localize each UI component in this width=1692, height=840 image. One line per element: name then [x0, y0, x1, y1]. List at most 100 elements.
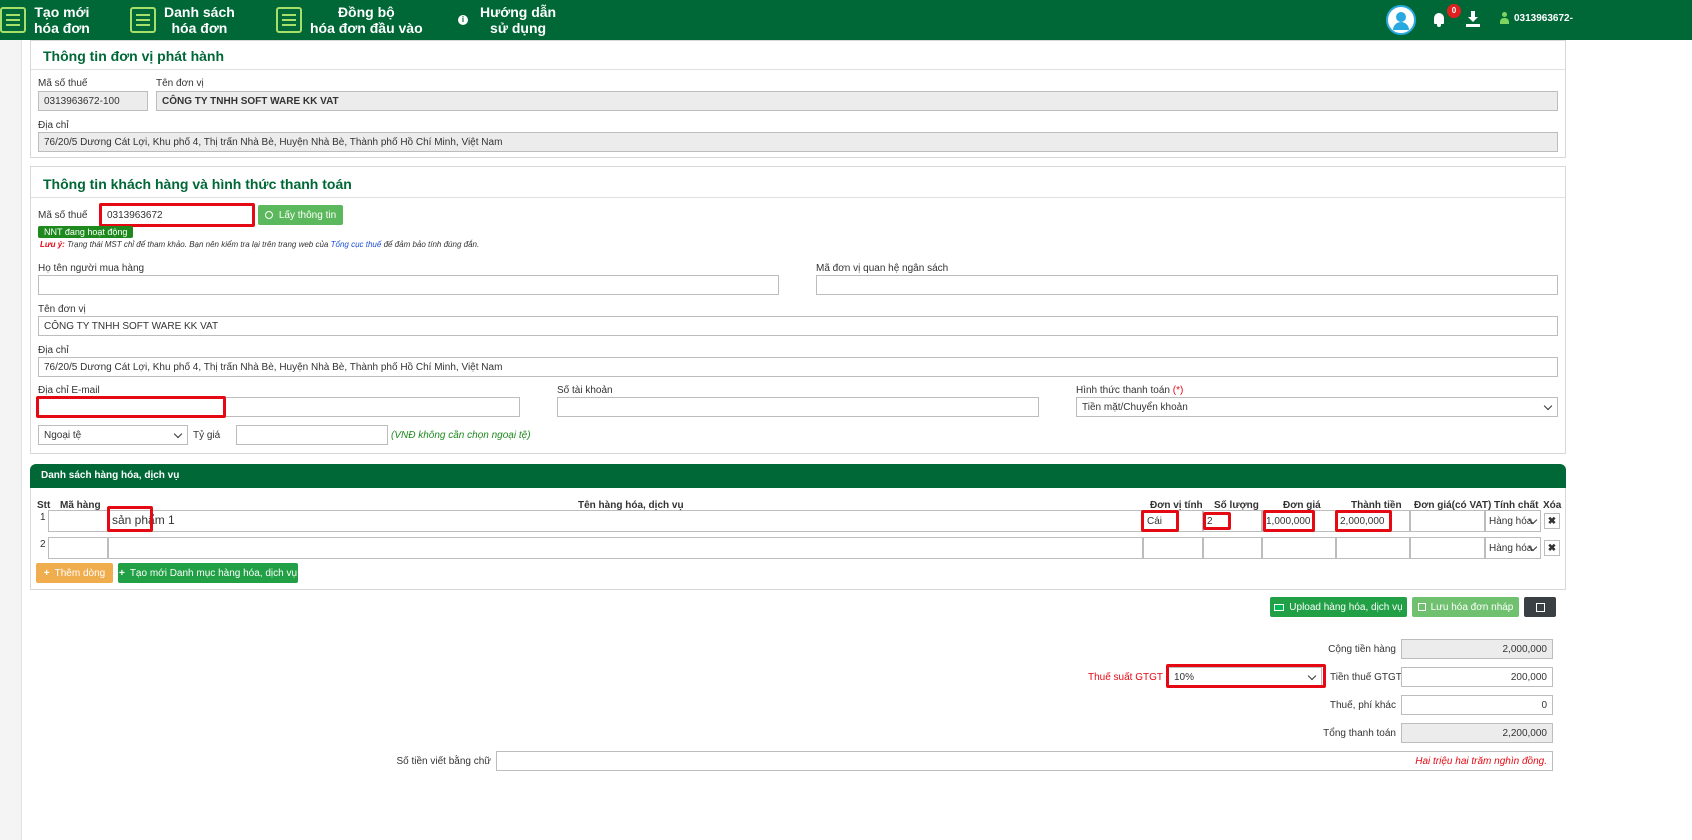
lookup-info-button[interactable]: Lấy thông tin	[258, 205, 343, 225]
currency-note: (VNĐ không cần chọn ngoại tệ)	[391, 430, 531, 441]
exchange-rate-label: Tỷ giá	[193, 430, 221, 441]
highlight-box	[107, 506, 153, 532]
email-label: Địa chỉ E-mail	[38, 385, 100, 396]
issuer-tax-code-field: 0313963672-100	[38, 91, 148, 111]
nav-invoice-list[interactable]: Danh sách hóa đơn	[130, 2, 235, 38]
nav-label-line1: Danh sách	[164, 4, 235, 20]
highlight-box	[1335, 510, 1392, 532]
amount-in-words-label: Số tiền viết bằng chữ	[396, 756, 491, 767]
taxpayer-status-badge: NNT đang hoạt động	[38, 226, 134, 238]
save-draft-label: Lưu hóa đơn nháp	[1430, 601, 1514, 613]
bank-account-input[interactable]	[557, 397, 1039, 417]
note-text: Trạng thái MST chỉ để tham khảo. Bạn nên…	[67, 240, 329, 249]
download-icon[interactable]	[1466, 11, 1480, 27]
customer-unit-name-input[interactable]: CÔNG TY TNHH SOFT WARE KK VAT	[38, 316, 1558, 336]
chevron-down-icon	[173, 429, 183, 439]
budget-unit-code-input[interactable]	[816, 275, 1558, 295]
highlight-box	[1141, 510, 1179, 532]
highlight-box	[1263, 510, 1315, 532]
plus-icon: +	[118, 567, 125, 579]
row-name-input[interactable]: sản phẩm 1	[108, 510, 1143, 532]
issuer-address-field: 76/20/5 Dương Cát Lợi, Khu phố 4, Thị tr…	[38, 132, 1558, 152]
note-suffix: để đảm bảo tính đúng đắn.	[383, 240, 480, 249]
subtotal-field: 2,000,000	[1401, 639, 1553, 659]
plus-icon: +	[43, 567, 50, 579]
support-avatar-icon[interactable]	[1386, 5, 1416, 35]
customer-unit-name-label: Tên đơn vị	[38, 304, 86, 315]
issuer-tax-code-label: Mã số thuế	[38, 78, 88, 89]
nav-label-line1: Tạo mới	[34, 4, 90, 20]
issuer-panel-title: Thông tin đơn vị phát hành	[43, 48, 225, 64]
row-nature-value: Hàng hóa	[1489, 543, 1533, 554]
row-code-input[interactable]	[48, 510, 108, 532]
row-price-vat-input[interactable]	[1410, 510, 1485, 532]
row-nature-value: Hàng hóa	[1489, 516, 1533, 527]
row-nature-select[interactable]: Hàng hóa	[1485, 537, 1541, 559]
nav-label-line2: hóa đơn	[171, 20, 228, 36]
row-nature-select[interactable]: Hàng hóa	[1485, 510, 1541, 532]
other-fee-label: Thuế, phí khác	[1329, 700, 1396, 711]
top-navbar: Tạo mới hóa đơn Danh sách hóa đơn Đồng bộ h…	[0, 0, 1692, 40]
highlight-box	[1203, 512, 1231, 530]
nav-user-guide[interactable]: i Hướng dẫn sử dụng	[458, 2, 556, 38]
user-account-label[interactable]: 0313963672-	[1514, 13, 1573, 24]
delete-row-button[interactable]: ✖	[1544, 540, 1560, 556]
issuer-unit-name-label: Tên đơn vị	[156, 78, 204, 89]
payment-method-label: Hình thức thanh toán (*)	[1076, 385, 1183, 396]
goods-panel-header: Danh sách hàng hóa, dịch vụ	[30, 464, 1566, 488]
row-unit-input[interactable]	[1143, 537, 1203, 559]
upload-goods-button[interactable]: Upload hàng hóa, dịch vụ	[1270, 597, 1407, 617]
delete-row-button[interactable]: ✖	[1544, 513, 1560, 529]
row-amount-input[interactable]	[1336, 537, 1410, 559]
new-catalog-label: Tạo mới Danh mục hàng hóa, dịch vụ	[129, 567, 298, 579]
save-draft-button[interactable]: Lưu hóa đơn nháp	[1412, 597, 1519, 617]
row-code-input[interactable]	[48, 537, 108, 559]
currency-select[interactable]: Ngoại tệ	[38, 425, 188, 445]
vat-amount-label: Tiền thuế GTGT	[1330, 672, 1402, 683]
floppy-icon	[1535, 602, 1545, 612]
grand-total-field: 2,200,000	[1401, 723, 1553, 743]
nav-label-line2: hóa đơn đầu vào	[310, 20, 423, 36]
row-price-vat-input[interactable]	[1410, 537, 1485, 559]
row-price-input[interactable]	[1262, 537, 1336, 559]
upload-icon	[1274, 603, 1285, 611]
nav-label-line2: hóa đơn	[34, 20, 90, 36]
chevron-down-icon	[1543, 401, 1553, 411]
nav-label-line1: Đồng bộ	[337, 4, 395, 20]
highlight-box	[1166, 664, 1326, 688]
highlight-box	[99, 203, 255, 227]
vat-amount-field[interactable]: 200,000	[1401, 667, 1553, 687]
buyer-name-label: Họ tên người mua hàng	[38, 263, 145, 274]
exchange-rate-input[interactable]	[236, 425, 388, 445]
amount-in-words-field: Hai triệu hai trăm nghìn đồng.	[496, 751, 1553, 771]
payment-method-text: Hình thức thanh toán	[1076, 385, 1170, 396]
issuer-unit-name-field: CÔNG TY TNHH SOFT WARE KK VAT	[156, 91, 1558, 111]
new-catalog-button[interactable]: + Tạo mới Danh mục hàng hóa, dịch vụ	[118, 563, 298, 583]
nav-create-invoice[interactable]: Tạo mới hóa đơn	[0, 2, 90, 38]
customer-panel-title: Thông tin khách hàng và hình thức thanh …	[43, 176, 352, 192]
add-row-label: Thêm dòng	[54, 567, 106, 579]
nav-label-line2: sử dụng	[490, 20, 547, 36]
customer-address-input[interactable]: 76/20/5 Dương Cát Lợi, Khu phố 4, Thị tr…	[38, 357, 1558, 377]
add-row-button[interactable]: + Thêm dòng	[36, 563, 113, 583]
user-icon	[1500, 12, 1509, 24]
sync-invoice-icon	[276, 7, 302, 33]
vat-rate-label: Thuế suất GTGT	[1087, 672, 1163, 683]
create-invoice-icon	[0, 7, 26, 33]
grand-total-label: Tổng thanh toán	[1323, 728, 1396, 739]
save-icon	[1417, 603, 1426, 611]
search-icon	[264, 211, 273, 219]
nav-sync-input-invoices[interactable]: Đồng bộ hóa đơn đầu vào	[276, 2, 423, 38]
row-name-input[interactable]	[108, 537, 1143, 559]
bank-account-label: Số tài khoản	[557, 385, 613, 396]
payment-method-select[interactable]: Tiền mặt/Chuyển khoản	[1076, 397, 1558, 417]
bell-icon[interactable]	[1432, 12, 1446, 27]
other-fee-field[interactable]: 0	[1401, 695, 1553, 715]
upload-goods-label: Upload hàng hóa, dịch vụ	[1289, 601, 1403, 613]
row-qty-input[interactable]	[1203, 537, 1262, 559]
save-button[interactable]	[1524, 597, 1556, 617]
notification-count-badge: 0	[1447, 4, 1461, 18]
tax-department-link[interactable]: Tổng cục thuế	[331, 240, 382, 249]
buyer-name-input[interactable]	[38, 275, 779, 295]
info-icon: i	[458, 15, 468, 25]
